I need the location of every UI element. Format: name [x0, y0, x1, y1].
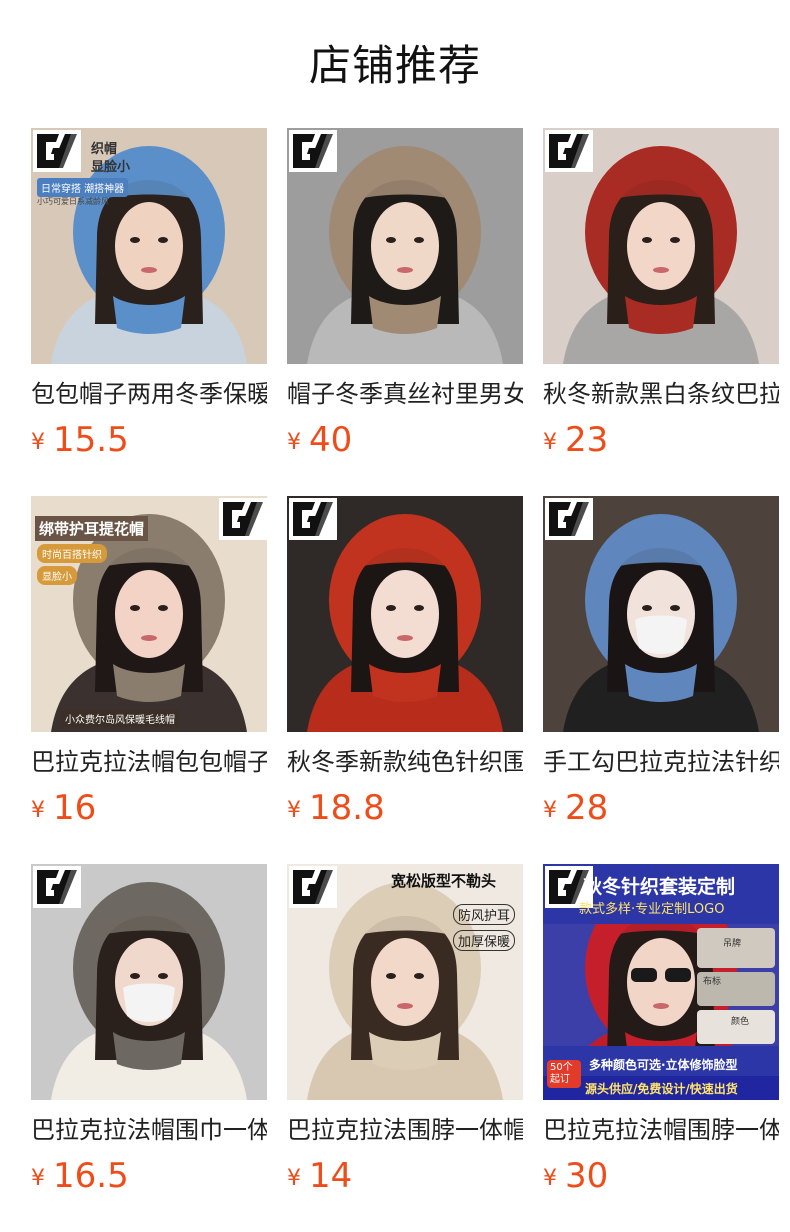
image-caption: 吊牌 [723, 939, 742, 949]
price-value: 16.5 [53, 1156, 129, 1196]
price-value: 15.5 [53, 420, 129, 460]
currency-symbol: ¥ [287, 798, 301, 823]
product-image[interactable]: 秋冬针织套装定制款式多样·专业定制LOGO 多种颜色可选·立体修饰脸型 源头供应/免… [543, 864, 779, 1100]
price-value: 23 [565, 420, 609, 460]
product-image[interactable] [287, 496, 523, 732]
page-title: 店铺推荐 [308, 41, 481, 90]
currency-symbol: ¥ [31, 798, 45, 823]
product-card[interactable]: 秋冬新款黑白条纹巴拉 ¥23 [543, 128, 779, 468]
product-name[interactable]: 秋冬季新款纯色针织围 [287, 746, 523, 778]
currency-symbol: ¥ [543, 798, 557, 823]
price-value: 14 [309, 1156, 353, 1196]
image-caption: 秋冬针织套装定制 [583, 876, 736, 898]
product-card[interactable]: 秋冬季新款纯色针织围 ¥18.8 [287, 496, 523, 836]
image-caption: 小巧可爱日系减龄风 [37, 197, 109, 206]
currency-symbol: ¥ [543, 430, 557, 455]
product-image[interactable] [287, 128, 523, 364]
brand-logo-icon [289, 498, 337, 540]
product-card[interactable]: 秋冬针织套装定制款式多样·专业定制LOGO 多种颜色可选·立体修饰脸型 源头供应/免… [543, 864, 779, 1204]
currency-symbol: ¥ [287, 1166, 301, 1191]
product-card[interactable]: 织帽显脸小日常穿搭 潮搭神器 小巧可爱日系减龄风包包帽子两用冬季保暖 ¥15.5 [31, 128, 267, 468]
image-caption: 时尚百搭针织 [37, 544, 107, 563]
product-price: ¥16 [31, 786, 96, 830]
image-caption: 款式多样·专业定制LOGO [579, 902, 725, 917]
image-caption: 显脸小 [37, 566, 77, 585]
product-name[interactable]: 秋冬新款黑白条纹巴拉 [543, 378, 779, 410]
image-caption: 织帽 [91, 142, 118, 157]
brand-logo-icon [289, 866, 337, 908]
product-name[interactable]: 帽子冬季真丝衬里男女 [287, 378, 523, 410]
image-caption: 宽松版型不勒头 [391, 872, 497, 890]
brand-logo-icon [33, 866, 81, 908]
product-price: ¥14 [287, 1154, 352, 1198]
image-caption: 多种颜色可选·立体修饰脸型 [589, 1058, 738, 1072]
product-price: ¥40 [287, 418, 352, 462]
image-caption: 日常穿搭 潮搭神器 [37, 178, 129, 197]
product-price: ¥28 [543, 786, 608, 830]
product-name[interactable]: 巴拉克拉法围脖一体帽 [287, 1114, 523, 1146]
product-card[interactable]: 巴拉克拉法帽围巾一体 ¥16.5 [31, 864, 267, 1204]
brand-logo-icon [545, 130, 593, 172]
image-caption: 小众费尔岛风保暖毛线帽 [61, 710, 179, 727]
product-card[interactable]: 手工勾巴拉克拉法针织 ¥28 [543, 496, 779, 836]
price-value: 40 [309, 420, 353, 460]
image-caption: 绑带护耳提花帽 [35, 516, 149, 541]
price-value: 18.8 [309, 788, 385, 828]
brand-logo-icon [33, 130, 81, 172]
product-image[interactable]: 织帽显脸小日常穿搭 潮搭神器 小巧可爱日系减龄风 [31, 128, 267, 364]
price-value: 30 [565, 1156, 609, 1196]
product-card[interactable]: 帽子冬季真丝衬里男女 ¥40 [287, 128, 523, 468]
image-caption: 50个起订 [547, 1060, 581, 1088]
brand-logo-icon [545, 498, 593, 540]
product-name[interactable]: 包包帽子两用冬季保暖 [31, 378, 267, 410]
product-image[interactable]: 绑带护耳提花帽时尚百搭针织 显脸小小众费尔岛风保暖毛线帽 [31, 496, 267, 732]
product-image[interactable] [31, 864, 267, 1100]
brand-logo-icon [219, 498, 267, 540]
product-image[interactable] [543, 128, 779, 364]
product-image[interactable] [543, 496, 779, 732]
product-price: ¥30 [543, 1154, 608, 1198]
product-name[interactable]: 巴拉克拉法帽围巾一体 [31, 1114, 267, 1146]
currency-symbol: ¥ [31, 1166, 45, 1191]
image-caption: 显脸小 [91, 160, 131, 175]
image-caption: 源头供应/免费设计/快速出货 [585, 1082, 738, 1096]
product-price: ¥23 [543, 418, 608, 462]
product-name[interactable]: 手工勾巴拉克拉法针织 [543, 746, 779, 778]
image-caption: 颜色 [731, 1017, 750, 1027]
product-card[interactable]: 绑带护耳提花帽时尚百搭针织 显脸小小众费尔岛风保暖毛线帽巴拉克拉法帽包包帽子 ¥16 [31, 496, 267, 836]
product-price: ¥18.8 [287, 786, 385, 830]
product-name[interactable]: 巴拉克拉法帽包包帽子 [31, 746, 267, 778]
image-caption: 加厚保暖 [453, 930, 516, 951]
brand-logo-icon [289, 130, 337, 172]
product-price: ¥16.5 [31, 1154, 129, 1198]
currency-symbol: ¥ [287, 430, 301, 455]
product-price: ¥15.5 [31, 418, 129, 462]
product-name[interactable]: 巴拉克拉法帽围脖一体 [543, 1114, 779, 1146]
currency-symbol: ¥ [543, 1166, 557, 1191]
store-recommendation-page: 店铺推荐 织帽 显脸小 日常穿搭 潮搭神器 小巧可爱日系减龄风 包包帽子两用冬季保暖 ¥1… [0, 0, 790, 1232]
product-image[interactable]: 宽松版型不勒头防风护耳加厚保暖 [287, 864, 523, 1100]
image-caption: 布标 [703, 977, 722, 987]
price-value: 28 [565, 788, 609, 828]
price-value: 16 [53, 788, 97, 828]
currency-symbol: ¥ [31, 430, 45, 455]
product-card[interactable]: 宽松版型不勒头防风护耳加厚保暖巴拉克拉法围脖一体帽 ¥14 [287, 864, 523, 1204]
image-caption: 防风护耳 [453, 904, 516, 925]
